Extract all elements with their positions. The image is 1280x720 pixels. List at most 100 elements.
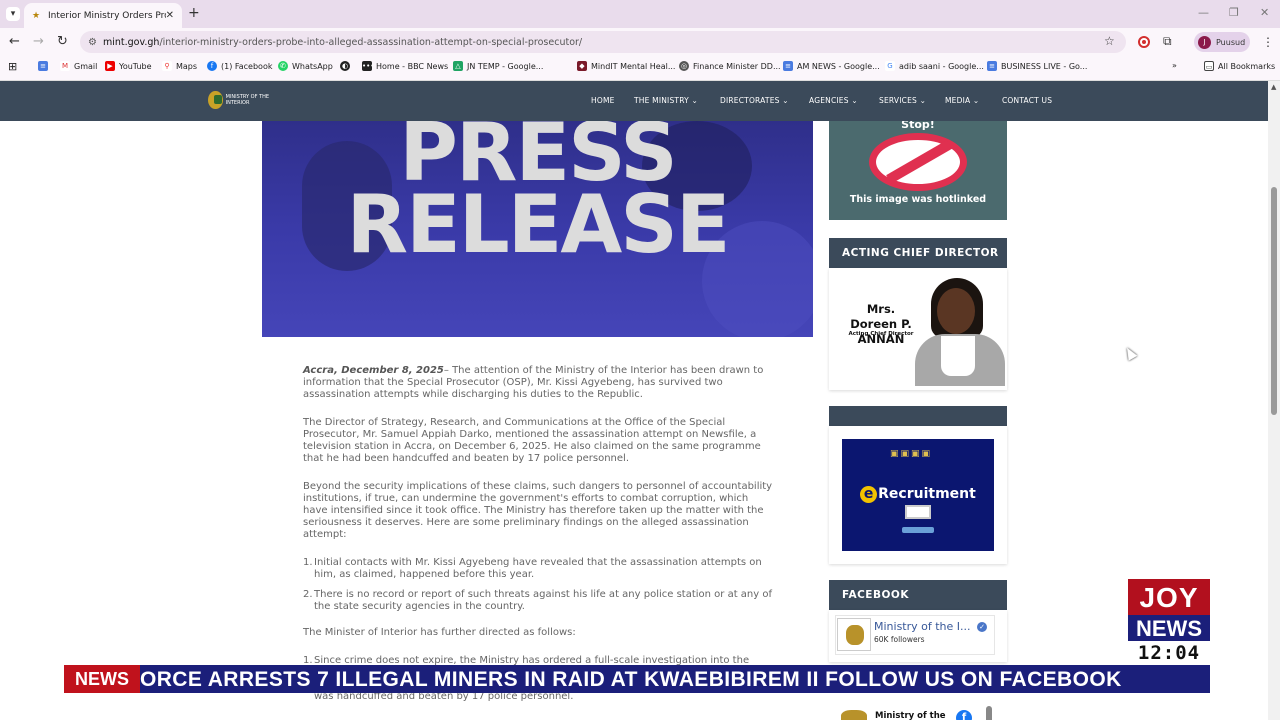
restore-icon[interactable]: ❐ bbox=[1229, 6, 1239, 19]
url-host: mint.gov.gh bbox=[102, 36, 160, 48]
e-letter: e bbox=[860, 486, 878, 503]
logo-text: MINISTRY OF THE INTERIOR bbox=[225, 94, 270, 106]
findings-list: 1. Initial contacts with Mr. Kissi Agyebe… bbox=[303, 557, 775, 613]
press-release-banner: PRESS RELEASE bbox=[262, 121, 813, 337]
nav-agencies[interactable]: AGENCIES ⌄ bbox=[809, 96, 858, 105]
close-tab-icon[interactable]: ✕ bbox=[166, 10, 174, 21]
facebook-page-card[interactable]: Ministry of the I... 60K followers ✓ bbox=[835, 615, 995, 655]
dateline: Accra, December 8, 2025 bbox=[303, 365, 444, 376]
scroll-thumb[interactable] bbox=[1271, 187, 1277, 415]
ministry-logo[interactable]: MINISTRY OF THE INTERIOR bbox=[208, 90, 276, 110]
facebook-embed-header[interactable]: Ministry of the f bbox=[835, 704, 995, 720]
bookmark-label: BUSINESS LIVE - Go... bbox=[1001, 61, 1088, 71]
chevron-down-icon: ⌄ bbox=[919, 96, 927, 105]
nav-the-ministry[interactable]: THE MINISTRY ⌄ bbox=[634, 96, 698, 105]
tab-strip: ▾ ★ Interior Ministry Orders Probe i ✕ +… bbox=[0, 0, 1280, 28]
bookmark-am-news[interactable]: ≡ AM NEWS - Google... bbox=[783, 61, 880, 71]
extensions-icon[interactable]: ⧉ bbox=[1163, 34, 1172, 49]
bookmark-bbc[interactable]: ••• Home - BBC News bbox=[362, 61, 448, 71]
apps-grid-icon[interactable]: ⊞ bbox=[8, 60, 17, 73]
article-paragraph: The Director of Strategy, Research, and … bbox=[303, 417, 761, 464]
bookmark-label: Maps bbox=[176, 61, 198, 71]
nav-label: SERVICES bbox=[879, 96, 917, 105]
nav-media[interactable]: MEDIA ⌄ bbox=[945, 96, 979, 105]
bookmark-label: Gmail bbox=[74, 61, 98, 71]
widget-heading: ACTING CHIEF DIRECTOR bbox=[829, 238, 1007, 268]
laptop-icon bbox=[905, 505, 931, 519]
director-photo bbox=[897, 278, 1007, 386]
facebook-page-name: Ministry of the bbox=[875, 711, 946, 720]
chevron-down-icon: ⌄ bbox=[972, 96, 980, 105]
list-item: 1. Initial contacts with Mr. Kissi Agyebe… bbox=[303, 557, 762, 580]
nav-services[interactable]: SERVICES ⌄ bbox=[879, 96, 926, 105]
more-bookmarks-icon[interactable]: » bbox=[1172, 61, 1177, 70]
coat-of-arms-icon bbox=[208, 91, 223, 109]
all-bookmarks[interactable]: ▭ All Bookmarks bbox=[1204, 61, 1275, 71]
bookmark-label: adib saani - Google... bbox=[899, 61, 984, 71]
bookmark-facebook[interactable]: f (1) Facebook bbox=[207, 61, 272, 71]
facebook-icon: f bbox=[956, 710, 972, 720]
e-recruitment-title: e Recruitment bbox=[842, 486, 994, 503]
bookmark-star-icon[interactable]: ☆ bbox=[1104, 34, 1115, 48]
article-paragraph: Accra, December 8, 2025– The attention o… bbox=[303, 365, 775, 401]
bookmark-finance[interactable]: ◎ Finance Minister DD... bbox=[679, 61, 781, 71]
page-viewport: MINISTRY OF THE INTERIOR HOME THE MINIST… bbox=[0, 81, 1268, 720]
new-tab-button[interactable]: + bbox=[188, 5, 200, 21]
docs-bookmark-icon[interactable]: ≡ bbox=[38, 61, 52, 71]
browser-menu-icon[interactable]: ⋮ bbox=[1262, 35, 1274, 49]
joy-news-bug: JOY NEWS 12:04 bbox=[1128, 579, 1210, 665]
back-icon[interactable]: ← bbox=[9, 34, 20, 49]
embed-scrollbar[interactable] bbox=[986, 706, 992, 720]
page-scrollbar[interactable]: ▲ bbox=[1268, 81, 1280, 720]
bookmark-adib[interactable]: Gadib saani - Google... bbox=[885, 61, 984, 71]
bookmark-maps[interactable]: ⚲ Maps bbox=[162, 61, 197, 71]
page-avatar bbox=[841, 710, 867, 720]
address-bar[interactable]: ⚙ mint.gov.gh /interior-ministry-orders-… bbox=[80, 31, 1126, 53]
news-ticker: ORCE ARRESTS 7 ILLEGAL MINERS IN RAID AT… bbox=[64, 665, 1210, 693]
photo-shape bbox=[937, 288, 975, 334]
bookmark-gmail[interactable]: M Gmail bbox=[60, 61, 97, 71]
nav-contact-us[interactable]: CONTACT US bbox=[1002, 96, 1052, 105]
tab-search-button[interactable]: ▾ bbox=[6, 7, 20, 21]
widget-heading: FACEBOOK bbox=[829, 580, 1007, 610]
reload-icon[interactable]: ↻ bbox=[57, 34, 68, 49]
list-item-text: Initial contacts with Mr. Kissi Agyebeng… bbox=[314, 557, 762, 580]
scroll-up-icon[interactable]: ▲ bbox=[1271, 83, 1276, 91]
site-favicon-icon: ★ bbox=[32, 10, 41, 21]
tab-title: Interior Ministry Orders Probe i bbox=[48, 10, 166, 21]
bookmark-label: (1) Facebook bbox=[221, 61, 273, 71]
bookmark-label: YouTube bbox=[119, 61, 152, 71]
bookmark-label: WhatsApp bbox=[292, 61, 333, 71]
bookmark-whatsapp[interactable]: ✆ WhatsApp bbox=[278, 61, 333, 71]
banner-word-release: RELEASE bbox=[346, 178, 730, 271]
e-recruitment-banner[interactable]: ▣▣▣▣ e Recruitment bbox=[842, 439, 994, 551]
article-paragraph: The Minister of Interior has further dir… bbox=[303, 627, 576, 638]
nav-home[interactable]: HOME bbox=[591, 96, 615, 105]
facebook-page-name[interactable]: Ministry of the I... bbox=[874, 620, 971, 633]
site-info-icon[interactable]: ⚙ bbox=[88, 37, 97, 48]
acting-chief-director-widget[interactable]: Mrs. Doreen P. ANNAN Acting Chief Direct… bbox=[829, 268, 1007, 390]
profile-button[interactable]: J Puusud bbox=[1194, 32, 1250, 52]
nav-label: AGENCIES bbox=[809, 96, 849, 105]
forward-icon[interactable]: → bbox=[33, 34, 44, 49]
chevron-down-icon: ⌄ bbox=[691, 96, 698, 105]
minimize-icon[interactable]: — bbox=[1198, 6, 1209, 19]
bookmark-mindit[interactable]: ◆ MindIT Mental Heal... bbox=[577, 61, 675, 71]
profile-avatar: J bbox=[1198, 35, 1211, 49]
bookmark-label: AM NEWS - Google... bbox=[797, 61, 880, 71]
list-item: 2. There is no record or report of such t… bbox=[303, 589, 773, 612]
bookmark-youtube[interactable]: ▶ YouTube bbox=[105, 61, 152, 71]
nav-directorates[interactable]: DIRECTORATES ⌄ bbox=[720, 96, 789, 105]
verified-icon: ✓ bbox=[977, 622, 987, 632]
bookmark-label: Finance Minister DD... bbox=[693, 61, 781, 71]
e-recruitment-widget: ▣▣▣▣ e Recruitment bbox=[829, 426, 1007, 564]
record-extension-icon[interactable] bbox=[1138, 36, 1150, 48]
bookmark-jn-temp[interactable]: △ JN TEMP - Google... bbox=[453, 61, 543, 71]
e-recruitment-label: Recruitment bbox=[878, 486, 976, 502]
bookmark-unnamed[interactable]: ◐ bbox=[340, 61, 354, 71]
bookmark-label: Home - BBC News bbox=[376, 61, 449, 71]
bookmark-business-live[interactable]: ≡ BUSINESS LIVE - Go... bbox=[987, 61, 1087, 71]
close-window-icon[interactable]: ✕ bbox=[1260, 6, 1269, 19]
broadcast-clock: 12:04 bbox=[1128, 641, 1210, 665]
active-tab[interactable]: ★ Interior Ministry Orders Probe i ✕ bbox=[24, 3, 182, 28]
